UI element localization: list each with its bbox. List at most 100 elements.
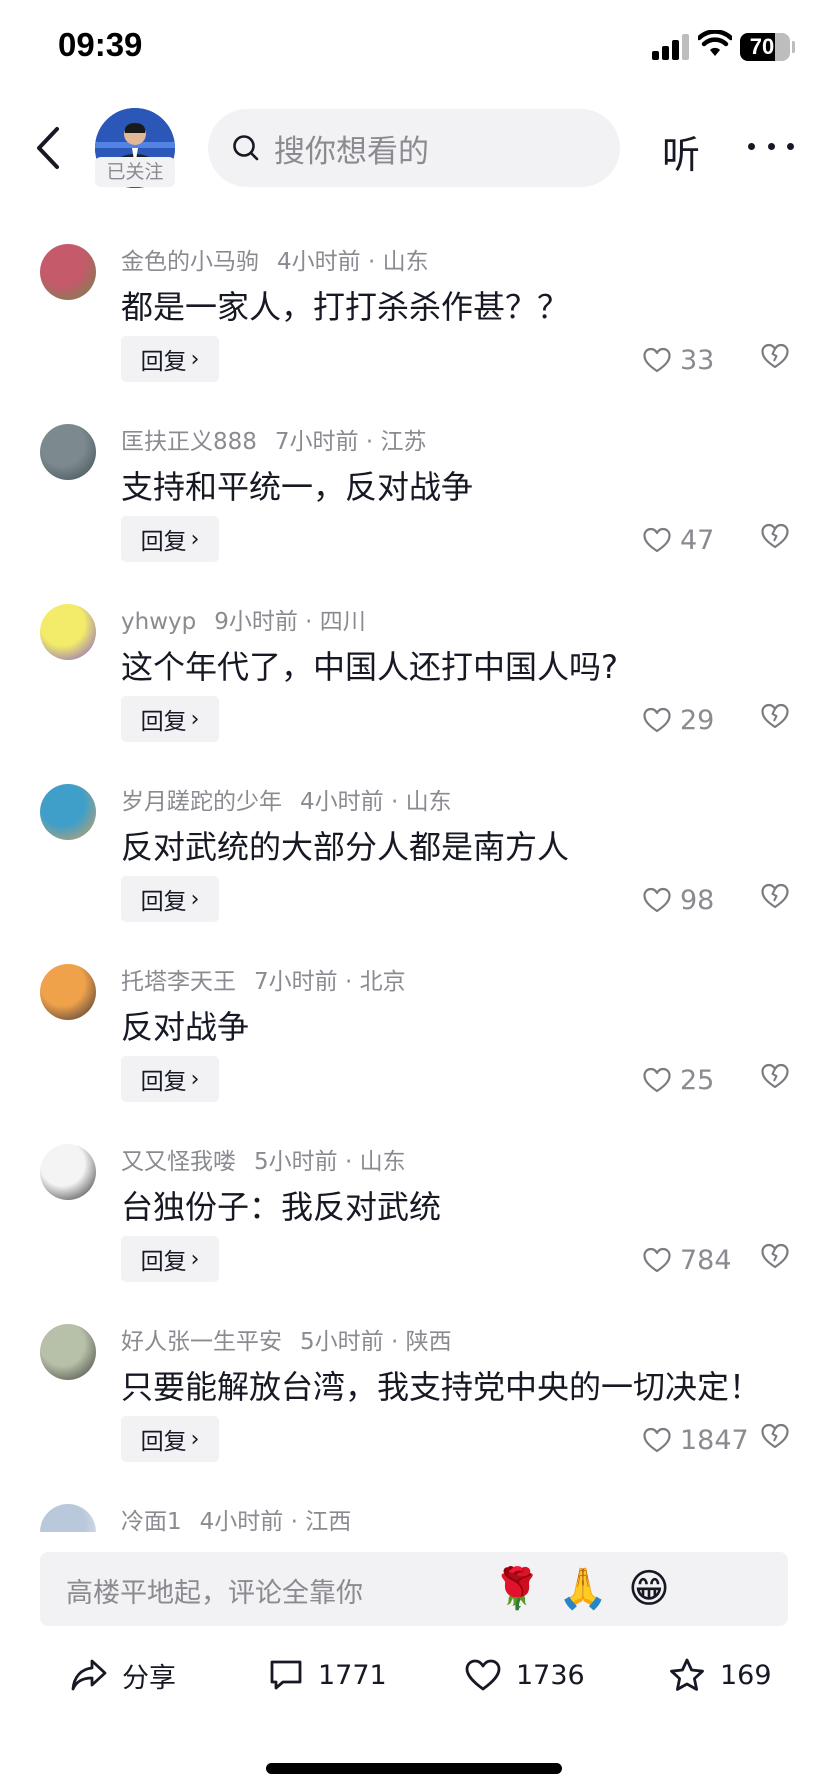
more-dot [748,142,755,150]
commenter-avatar[interactable] [40,784,96,840]
comment-item[interactable]: 又又怪我喽 5小时前 · 山东 台独份子：我反对武统 回复 › 784 [0,1100,828,1282]
comment-item[interactable]: 托塔李天王 7小时前 · 北京 反对战争 回复 › 25 [0,920,828,1102]
commenter-name[interactable]: 金色的小马驹 [121,249,259,275]
comment-item[interactable]: 匡扶正义888 7小时前 · 江苏 支持和平统一，反对战争 回复 › 47 [0,380,828,562]
comment-dislike-button[interactable] [760,1422,790,1454]
meta-separator: · [383,1329,406,1355]
comments-button[interactable]: 1771 [268,1640,387,1710]
commenter-name[interactable]: 冷面1 [121,1509,182,1532]
comment-like-button[interactable]: 47 [642,520,714,560]
listen-button[interactable]: 听 [662,124,700,179]
favorite-button[interactable]: 169 [668,1640,772,1710]
comment-like-button[interactable]: 98 [642,880,714,920]
chevron-right-icon: › [190,706,200,732]
commenter-name[interactable]: 好人张一生平安 [121,1329,282,1355]
chevron-right-icon: › [190,526,200,552]
comment-text: 这个年代了，中国人还打中国人吗? [121,648,618,686]
reply-label: 回复 [140,1429,187,1455]
broken-heart-icon [761,703,789,729]
reply-button[interactable]: 回复 › [121,336,219,382]
search-placeholder: 搜你想看的 [274,133,429,170]
more-options-button[interactable] [748,126,794,166]
comment-meta: 又又怪我喽 5小时前 · 山东 [121,1142,406,1176]
comment-input[interactable]: 高楼平地起，评论全靠你 🌹 🙏 😁 [40,1552,788,1626]
home-indicator [266,1763,562,1774]
grin-emoji-button[interactable]: 😁 [624,1562,674,1616]
status-time: 09:39 [58,26,143,63]
comment-meta: 匡扶正义888 7小时前 · 江苏 [121,422,426,456]
comment-item[interactable]: 金色的小马驹 4小时前 · 山东 都是一家人，打打杀杀作甚？？ 回复 › 33 [0,200,828,382]
comment-item[interactable]: 好人张一生平安 5小时前 · 陕西 只要能解放台湾，我支持党中央的一切决定！ 回复 › 1… [0,1280,828,1462]
chevron-right-icon: › [190,1066,200,1092]
chevron-left-icon [37,127,59,169]
comment-like-button[interactable]: 25 [642,1060,714,1100]
following-badge[interactable]: 已关注 [95,157,175,187]
reply-button[interactable]: 回复 › [121,516,219,562]
reply-button[interactable]: 回复 › [121,696,219,742]
comment-text: 只要能解放台湾，我支持党中央的一切决定！ [121,1368,762,1406]
reply-button[interactable]: 回复 › [121,1056,219,1102]
comment-dislike-button[interactable] [760,342,790,374]
rose-emoji-button[interactable]: 🌹 [492,1562,542,1616]
comment-time: 9小时前 [214,609,298,635]
commenter-avatar[interactable] [40,1144,96,1200]
back-button[interactable] [28,122,68,174]
heart-icon [643,1427,671,1453]
bottom-action-bar: 分享 1771 1736 169 [0,1640,828,1710]
commenter-avatar[interactable] [40,244,96,300]
share-button[interactable]: 分享 [70,1640,176,1710]
comment-location: 江西 [305,1509,352,1532]
comment-item[interactable]: yhwyp 9小时前 · 四川 这个年代了，中国人还打中国人吗? 回复 › 29 [0,560,828,742]
reply-label: 回复 [140,529,187,555]
comment-like-count: 25 [680,1064,715,1096]
commenter-name[interactable]: 又又怪我喽 [121,1149,236,1175]
reply-button[interactable]: 回复 › [121,876,219,922]
commenter-name[interactable]: 匡扶正义888 [121,429,257,455]
search-bar[interactable]: 搜你想看的 [208,109,620,187]
reply-label: 回复 [140,889,187,915]
commenter-name[interactable]: 托塔李天王 [121,969,236,995]
commenter-avatar[interactable] [40,1504,96,1532]
comment-dislike-button[interactable] [760,522,790,554]
reply-button[interactable]: 回复 › [121,1416,219,1462]
meta-separator: · [297,609,320,635]
comment-location: 北京 [359,969,406,995]
chevron-right-icon: › [190,1246,200,1272]
comment-dislike-button[interactable] [760,702,790,734]
broken-heart-icon [761,1243,789,1269]
comment-like-button[interactable]: 784 [642,1240,732,1280]
commenter-name[interactable]: 岁月蹉跎的少年 [121,789,282,815]
comment-item[interactable]: 岁月蹉跎的少年 4小时前 · 山东 反对武统的大部分人都是南方人 回复 › 98 [0,740,828,922]
comment-meta: 冷面1 4小时前 · 江西 [121,1502,351,1532]
comments-count: 1771 [318,1659,387,1691]
commenter-avatar[interactable] [40,1324,96,1380]
more-dot [767,142,775,150]
reply-button[interactable]: 回复 › [121,1236,219,1282]
comment-text: 支持和平统一，反对战争 [121,468,474,506]
comment-time: 5小时前 [254,1149,338,1175]
comment-dislike-button[interactable] [760,1062,790,1094]
comment-like-button[interactable]: 33 [642,340,714,380]
commenter-avatar[interactable] [40,424,96,480]
pray-emoji-button[interactable]: 🙏 [558,1562,608,1616]
comment-meta: 金色的小马驹 4小时前 · 山东 [121,242,429,276]
comment-dislike-button[interactable] [760,882,790,914]
commenter-name[interactable]: yhwyp [121,609,196,635]
battery-icon: 70 [740,33,790,61]
comment-time: 7小时前 [274,429,359,455]
comment-list[interactable]: 金色的小马驹 4小时前 · 山东 都是一家人，打打杀杀作甚？？ 回复 › 33 匡扶正义88… [0,200,828,1532]
like-button[interactable]: 1736 [464,1640,585,1710]
commenter-avatar[interactable] [40,604,96,660]
comment-like-button[interactable]: 1847 [642,1420,749,1460]
comment-item[interactable]: 冷面1 4小时前 · 江西 [0,1460,828,1532]
share-label: 分享 [122,1662,176,1694]
likes-count: 1736 [516,1659,585,1691]
comment-time: 7小时前 [254,969,338,995]
broken-heart-icon [761,883,789,909]
comment-dislike-button[interactable] [760,1242,790,1274]
comment-like-button[interactable]: 29 [642,700,714,740]
comment-location: 山东 [359,1149,406,1175]
cellular-signal-icon [652,34,692,60]
commenter-avatar[interactable] [40,964,96,1020]
comment-like-count: 784 [680,1244,732,1276]
